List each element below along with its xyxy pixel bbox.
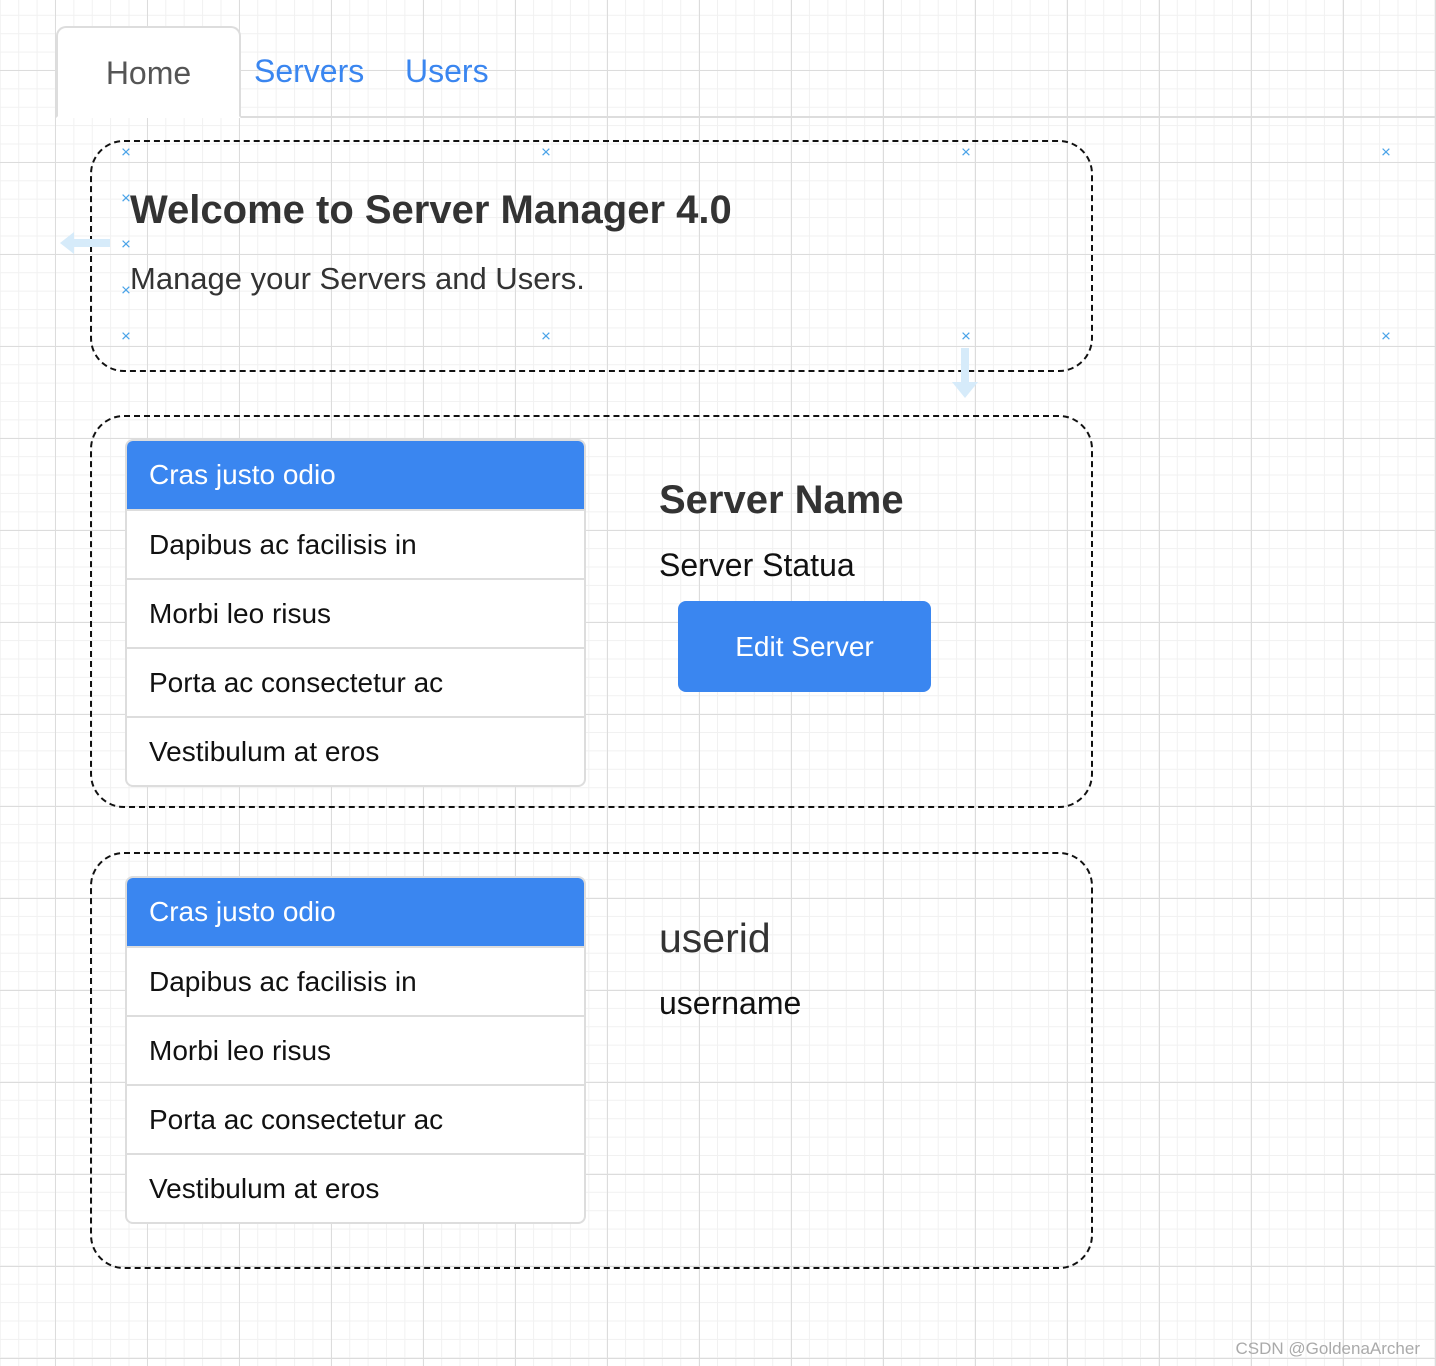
edit-server-button[interactable]: Edit Server	[678, 601, 931, 692]
selection-handle-icon[interactable]: ×	[538, 328, 555, 345]
selection-handle-icon[interactable]: ×	[118, 328, 135, 345]
hero-jumbotron	[90, 140, 1093, 372]
nav-tabs: Home Servers Users	[0, 0, 1436, 118]
list-item[interactable]: Cras justo odio	[127, 878, 584, 946]
tab-servers[interactable]: Servers	[254, 26, 364, 118]
list-item[interactable]: Morbi leo risus	[127, 578, 584, 647]
selection-handle-icon[interactable]: ×	[538, 144, 555, 161]
hero-title: Welcome to Server Manager 4.0	[130, 188, 732, 232]
selection-handle-icon[interactable]: ×	[118, 236, 135, 253]
tab-users[interactable]: Users	[405, 26, 489, 118]
drag-arrow-left-icon[interactable]	[60, 232, 110, 254]
list-item[interactable]: Porta ac consectetur ac	[127, 647, 584, 716]
user-list: Cras justo odio Dapibus ac facilisis in …	[125, 876, 586, 1224]
hero-subtitle: Manage your Servers and Users.	[130, 261, 585, 296]
username-text: username	[659, 985, 802, 1021]
selection-handle-icon[interactable]: ×	[118, 282, 135, 299]
watermark: CSDN @GoldenaArcher	[1235, 1339, 1421, 1358]
selection-handle-icon[interactable]: ×	[118, 190, 135, 207]
selection-handle-icon[interactable]: ×	[1378, 144, 1395, 161]
list-item[interactable]: Cras justo odio	[127, 441, 584, 509]
list-item[interactable]: Porta ac consectetur ac	[127, 1084, 584, 1153]
selection-handle-icon[interactable]: ×	[1378, 328, 1395, 345]
list-item[interactable]: Morbi leo risus	[127, 1015, 584, 1084]
server-status-text: Server Statua	[659, 547, 855, 583]
list-item[interactable]: Dapibus ac facilisis in	[127, 509, 584, 578]
selection-handle-icon[interactable]: ×	[958, 144, 975, 161]
server-name-heading: Server Name	[659, 478, 904, 522]
list-item[interactable]: Dapibus ac facilisis in	[127, 946, 584, 1015]
selection-handle-icon[interactable]: ×	[118, 144, 135, 161]
server-list: Cras justo odio Dapibus ac facilisis in …	[125, 439, 586, 787]
selection-handle-icon[interactable]: ×	[958, 328, 975, 345]
list-item[interactable]: Vestibulum at eros	[127, 716, 584, 785]
tab-home[interactable]: Home	[56, 26, 241, 118]
userid-heading: userid	[659, 915, 771, 961]
drag-arrow-down-icon[interactable]	[952, 348, 978, 398]
list-item[interactable]: Vestibulum at eros	[127, 1153, 584, 1222]
